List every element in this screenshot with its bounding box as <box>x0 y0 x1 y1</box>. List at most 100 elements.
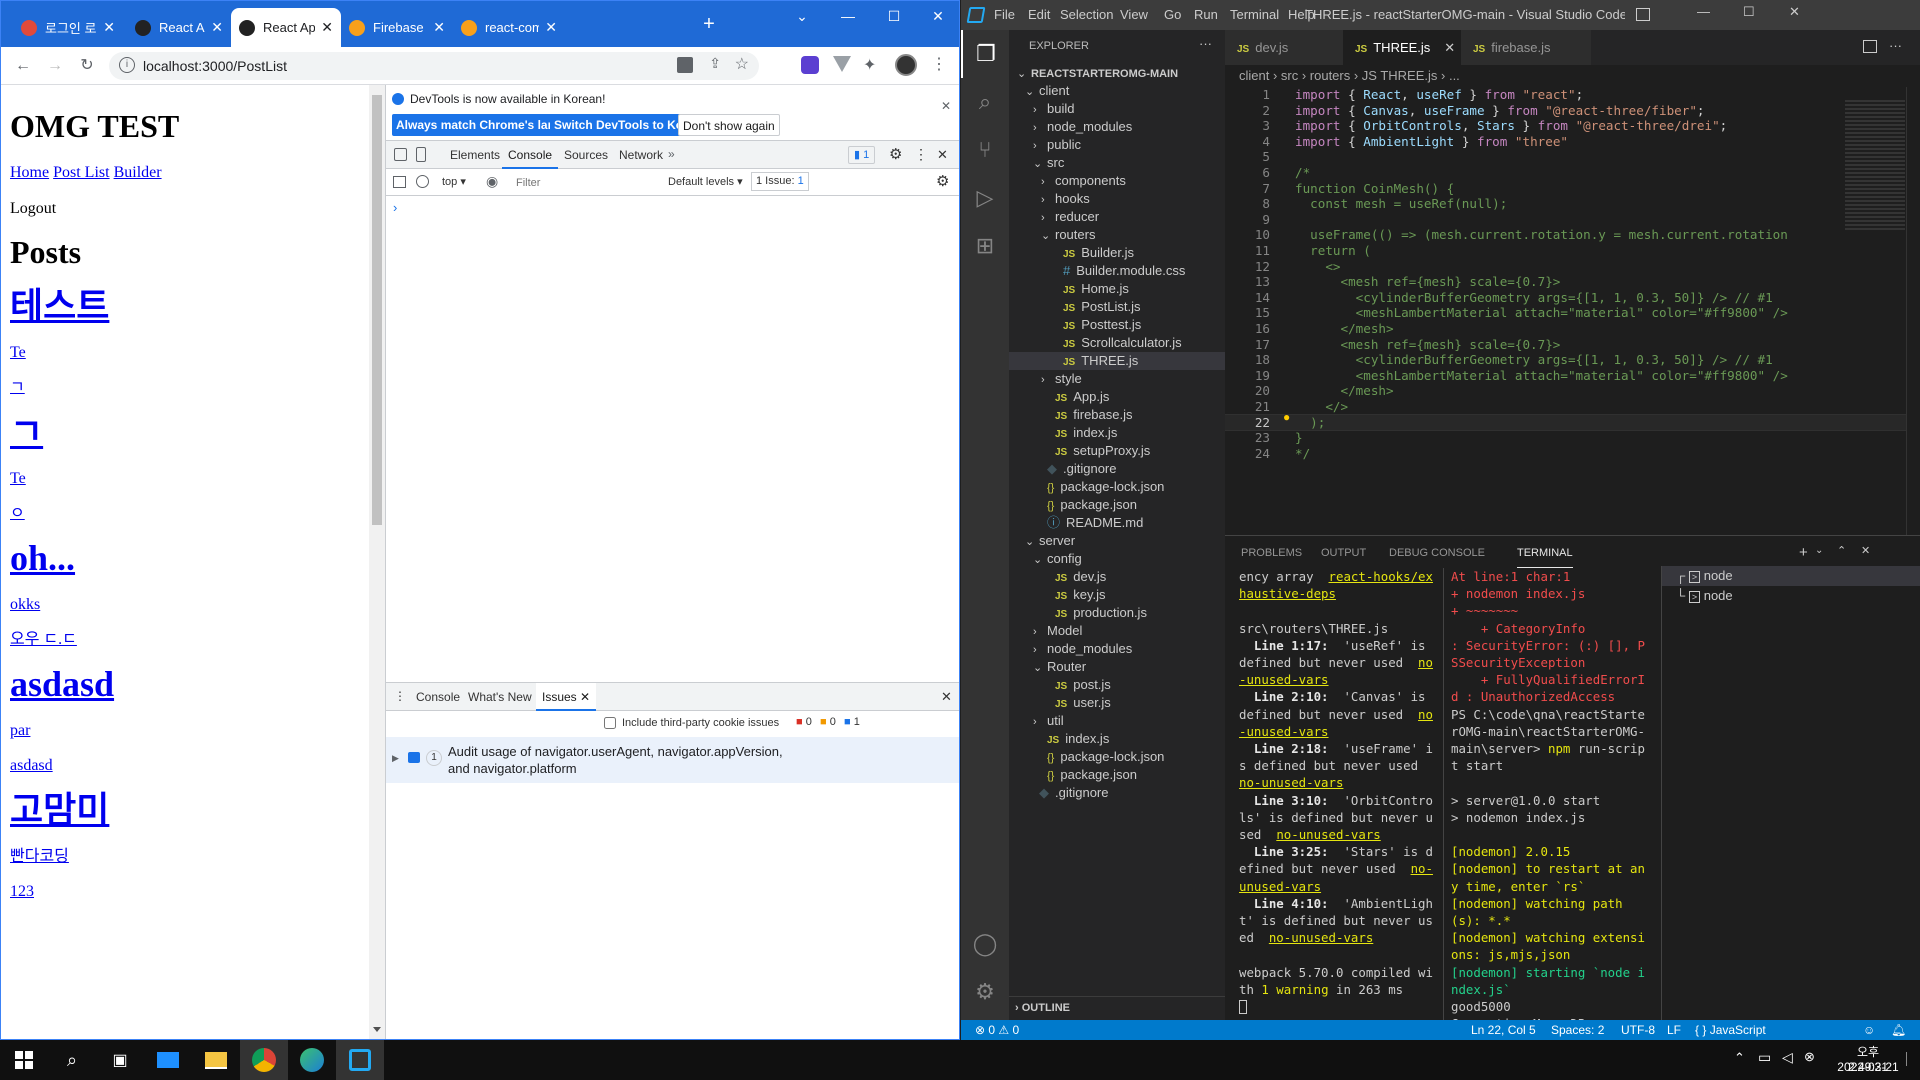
bookmark-star-icon[interactable]: ☆ <box>735 54 749 74</box>
drawer-menu-icon[interactable]: ⋮ <box>394 689 406 703</box>
menu-item[interactable]: Terminal <box>1223 0 1286 30</box>
folder-item[interactable]: › components <box>1009 172 1225 190</box>
chrome-menu-icon[interactable]: ⋮ <box>931 54 947 74</box>
reload-icon[interactable]: ↻ <box>76 55 98 77</box>
explorer-more-icon[interactable]: ··· <box>1199 36 1212 51</box>
minimap[interactable] <box>1845 100 1905 230</box>
folder-item[interactable]: › node_modules <box>1009 640 1225 658</box>
post-link[interactable]: ㅇ <box>10 505 25 522</box>
indentation-status[interactable]: Spaces: 2 <box>1551 1020 1604 1040</box>
clock-date[interactable]: 2022-03-21 <box>1832 1060 1904 1074</box>
clear-console-icon[interactable] <box>416 175 429 188</box>
tab-console[interactable]: Console <box>502 141 559 169</box>
tab-close-icon[interactable]: ✕ <box>211 19 223 36</box>
file-item[interactable]: {} package-lock.json <box>1009 478 1225 496</box>
maximize-panel-icon[interactable]: ⌃ <box>1837 544 1846 557</box>
file-item[interactable]: JS setupProxy.js <box>1009 442 1225 460</box>
code-line[interactable]: 7 function CoinMesh() { <box>1225 181 1920 197</box>
file-item[interactable]: JS key.js <box>1009 586 1225 604</box>
code-line[interactable]: 3 import { OrbitControls, Stars } from "@… <box>1225 118 1920 134</box>
issues-badge[interactable]: ▮ 1 <box>848 146 876 164</box>
file-item[interactable]: # Builder.module.css <box>1009 262 1225 280</box>
split-editor-icon[interactable] <box>1863 40 1877 53</box>
post-link[interactable]: 오우 ㄷ.ㄷ <box>10 631 77 648</box>
file-item[interactable]: JS Posttest.js <box>1009 316 1225 334</box>
menu-item[interactable]: Run <box>1187 0 1225 30</box>
code-editor[interactable]: 1 import { React, useRef } from "react"; 2… <box>1225 87 1920 535</box>
menu-item[interactable]: View <box>1113 0 1155 30</box>
devtools-close-icon[interactable]: ✕ <box>937 147 948 163</box>
tab-search-icon[interactable]: ⌄ <box>779 1 825 31</box>
explorer-app-icon[interactable] <box>144 1040 192 1080</box>
forward-icon[interactable]: → <box>44 55 66 77</box>
explorer-files-icon[interactable]: ❐ <box>961 30 1009 78</box>
folder-item[interactable]: ⌄ config <box>1009 550 1225 568</box>
new-tab-button[interactable]: + <box>697 13 721 36</box>
nav-builder-link[interactable]: Builder <box>114 164 162 181</box>
folder-item[interactable]: › style <box>1009 370 1225 388</box>
file-item[interactable]: JS Scrollcalculator.js <box>1009 334 1225 352</box>
lightbulb-icon[interactable]: ● <box>1283 410 1290 424</box>
third-party-checkbox[interactable] <box>604 717 616 729</box>
close-icon[interactable]: ✕ <box>1789 4 1800 20</box>
post-link[interactable]: Te <box>10 470 26 487</box>
editor-tab-devjs[interactable]: JS dev.js <box>1225 30 1343 65</box>
code-line[interactable]: 20 </mesh> <box>1225 383 1920 399</box>
manage-gear-icon[interactable]: ⚙ <box>961 968 1009 1016</box>
drawer-tab-whatsnew[interactable]: What's New <box>462 683 538 711</box>
avatar[interactable] <box>895 54 917 76</box>
terminal-session[interactable]: ┌ > node <box>1662 566 1920 586</box>
task-view-icon[interactable]: ▣ <box>96 1040 144 1080</box>
minimize-icon[interactable]: — <box>825 1 871 31</box>
browser-tab[interactable]: React App ✕ <box>231 8 341 47</box>
inspect-icon[interactable] <box>394 148 407 161</box>
code-line[interactable]: 1 import { React, useRef } from "react"; <box>1225 87 1920 103</box>
editor-tab-threejs[interactable]: JS THREE.js ✕ <box>1343 30 1461 65</box>
tab-elements[interactable]: Elements <box>444 141 506 169</box>
logout-text[interactable]: Logout <box>10 200 360 218</box>
tab-network[interactable]: Network <box>613 141 669 169</box>
editor-tab-close-icon[interactable]: ✕ <box>1444 40 1455 55</box>
editor-tab-firebasejs[interactable]: JS firebase.js <box>1461 30 1591 65</box>
browser-tab[interactable]: react-commu ✕ <box>453 8 565 47</box>
vue-devtools-icon[interactable] <box>833 56 851 72</box>
tab-close-icon[interactable]: ✕ <box>545 19 557 36</box>
file-item[interactable]: JS Home.js <box>1009 280 1225 298</box>
layout-icon[interactable] <box>1636 8 1650 21</box>
code-line[interactable]: 8 const mesh = useRef(null); <box>1225 196 1920 212</box>
notification-icon[interactable] <box>1906 1052 1914 1066</box>
terminal-right[interactable]: At line:1 char:1 + nodemon index.js + ~~~~… <box>1451 568 1649 1049</box>
folder-item[interactable]: › build <box>1009 100 1225 118</box>
problems-status[interactable]: ⊗ 0 ⚠ 0 <box>975 1020 1019 1040</box>
edge-app-icon[interactable] <box>288 1040 336 1080</box>
scroll-thumb[interactable] <box>372 95 382 525</box>
file-item[interactable]: JS Builder.js <box>1009 244 1225 262</box>
windows-start-icon[interactable] <box>0 1040 48 1080</box>
devtools-menu-icon[interactable]: ⋮ <box>914 146 928 163</box>
file-item[interactable]: JS index.js <box>1009 730 1225 748</box>
post-link[interactable]: par <box>10 722 30 739</box>
feedback-icon[interactable]: ☺ <box>1863 1020 1875 1040</box>
share-icon[interactable]: ⇪ <box>709 55 721 72</box>
menu-item[interactable]: Selection <box>1053 0 1120 30</box>
nav-postlist-link[interactable]: Post List <box>53 164 109 181</box>
file-explorer-icon[interactable] <box>192 1040 240 1080</box>
post-title-link[interactable]: 테스트 <box>10 286 109 326</box>
file-item[interactable]: JS firebase.js <box>1009 406 1225 424</box>
menu-item[interactable]: Edit <box>1021 0 1057 30</box>
source-control-icon[interactable]: ⑂ <box>961 126 1009 174</box>
folder-item[interactable]: › util <box>1009 712 1225 730</box>
menu-item[interactable]: File <box>987 0 1022 30</box>
code-line[interactable]: 5 <box>1225 149 1920 165</box>
post-title-link[interactable]: 고맘미 <box>10 790 109 830</box>
terminal-left[interactable]: ency array react-hooks/exhaustive-deps s… <box>1239 568 1437 1018</box>
browser-tab[interactable]: Firebase Con ✕ <box>341 8 453 47</box>
eol-status[interactable]: LF <box>1667 1020 1681 1040</box>
panel-tab-debug-console[interactable]: DEBUG CONSOLE <box>1379 536 1495 571</box>
volume-icon[interactable]: ◁ <box>1782 1049 1793 1066</box>
file-item[interactable]: ◆ .gitignore <box>1009 784 1225 802</box>
editor-more-icon[interactable]: ··· <box>1889 38 1902 53</box>
code-line[interactable]: 14 <cylinderBufferGeometry args={[1, 1, … <box>1225 290 1920 306</box>
file-item[interactable]: ◆ .gitignore <box>1009 460 1225 478</box>
maximize-icon[interactable]: ☐ <box>1743 4 1755 20</box>
